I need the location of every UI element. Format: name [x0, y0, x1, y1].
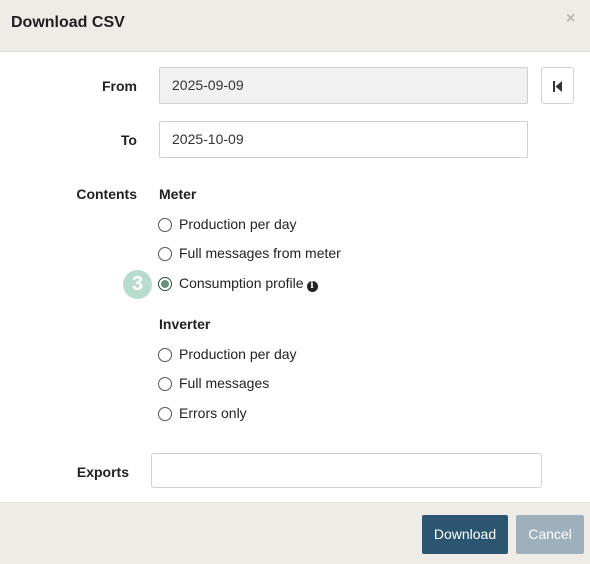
dialog-footer: Download Cancel	[0, 502, 590, 564]
info-icon[interactable]: i	[306, 281, 318, 292]
radio-button[interactable]	[158, 218, 172, 232]
skip-to-start-icon	[553, 81, 562, 92]
meter-group-title: Meter	[159, 186, 197, 202]
radio-label: Errors only	[179, 405, 247, 421]
download-csv-dialog: Download CSV × From 2025-09-09 To 2025-1…	[0, 0, 590, 564]
contents-label: Contents	[76, 186, 137, 202]
exports-field[interactable]	[151, 453, 542, 488]
dialog-title: Download CSV	[11, 14, 125, 31]
dialog-header: Download CSV ×	[0, 0, 590, 52]
download-button[interactable]: Download	[422, 515, 508, 554]
cancel-button[interactable]: Cancel	[516, 515, 584, 554]
exports-label: Exports	[76, 464, 129, 480]
radio-button[interactable]	[158, 377, 172, 391]
inverter-group-title: Inverter	[159, 316, 211, 332]
radio-label: Consumption profile	[179, 275, 304, 291]
radio-label: Full messages from meter	[179, 245, 341, 261]
from-date-field[interactable]: 2025-09-09	[159, 67, 528, 104]
radio-label: Production per day	[179, 346, 297, 362]
close-icon[interactable]: ×	[566, 11, 578, 27]
radio-button-selected[interactable]	[158, 277, 172, 291]
radio-label-wrap: Consumption profile i	[179, 275, 318, 292]
radio-label: Production per day	[179, 216, 297, 232]
skip-to-start-button[interactable]	[541, 67, 574, 104]
to-label: To	[120, 132, 137, 148]
radio-button[interactable]	[158, 247, 172, 261]
radio-button[interactable]	[158, 348, 172, 362]
radio-button[interactable]	[158, 407, 172, 421]
step-badge: 3	[123, 270, 152, 299]
to-date-field[interactable]: 2025-10-09	[159, 121, 528, 158]
radio-label: Full messages	[179, 375, 270, 391]
from-label: From	[102, 78, 137, 94]
